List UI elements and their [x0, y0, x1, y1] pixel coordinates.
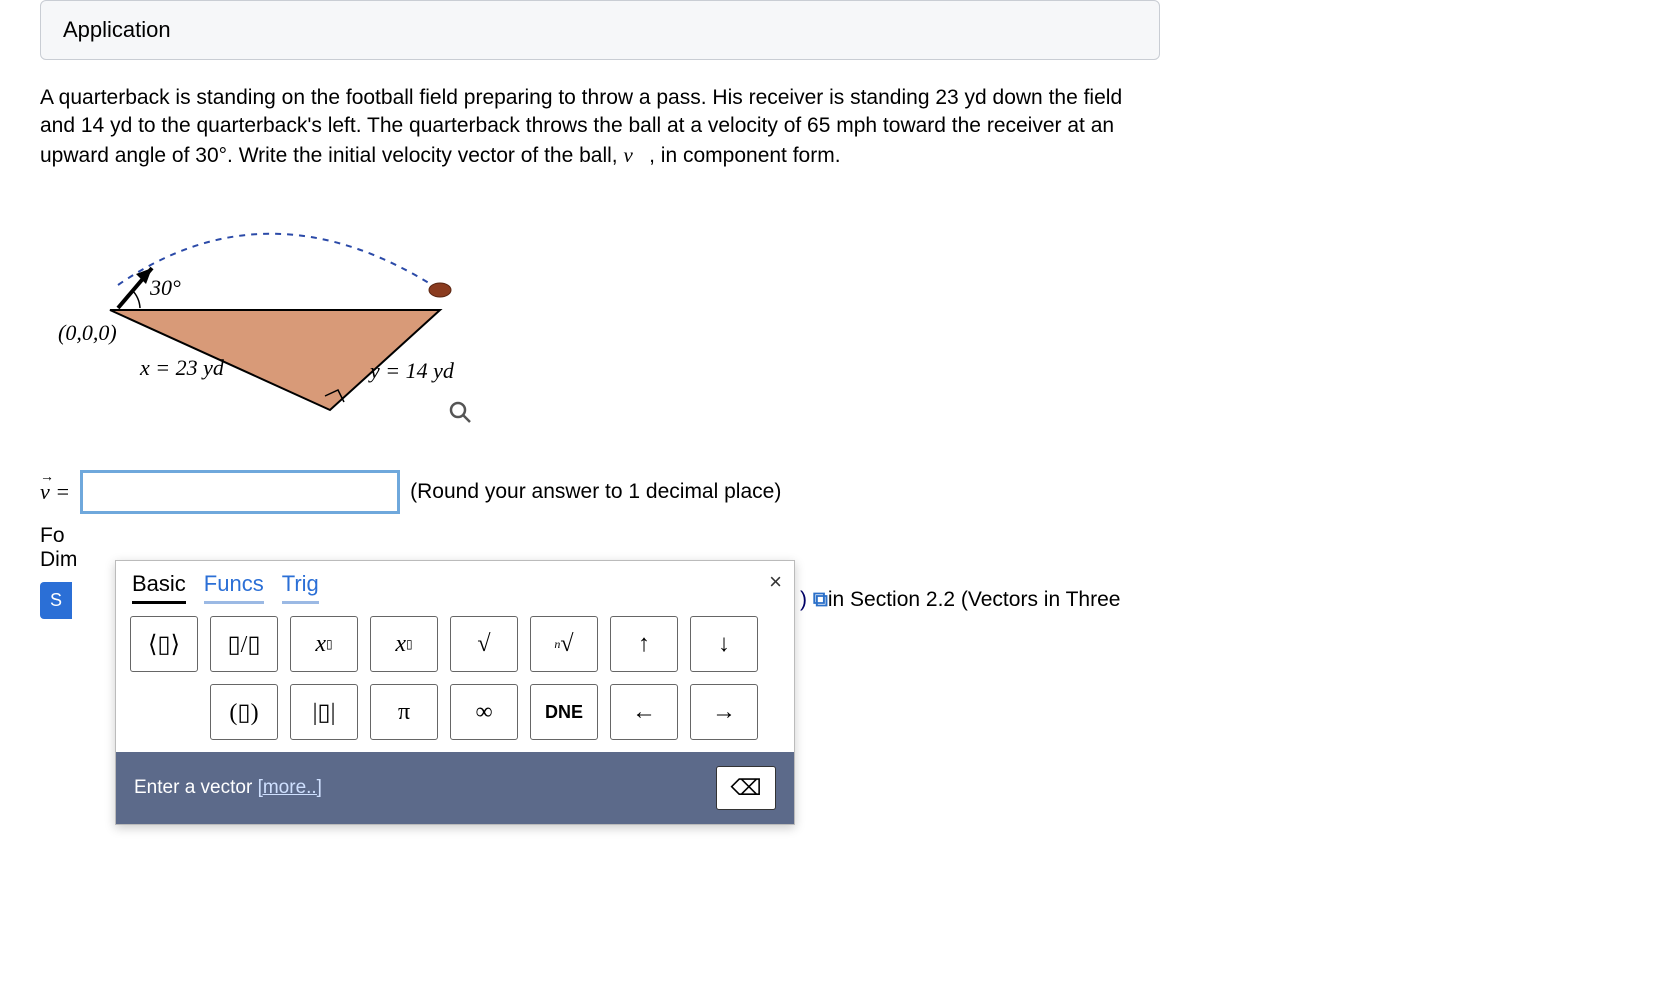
key-pi[interactable]: π — [370, 684, 438, 740]
key-power[interactable]: x▯ — [290, 616, 358, 672]
key-abs[interactable]: |▯| — [290, 684, 358, 740]
math-keypad: × Basic Funcs Trig ⟨▯⟩ ▯/▯ x▯ x▯ √ n√ ↑ … — [115, 560, 795, 825]
key-nth-root[interactable]: n√ — [530, 616, 598, 672]
angle-label: 30° — [149, 275, 181, 300]
y-label: y = 14 yd — [368, 358, 455, 383]
problem-statement: A quarterback is standing on the footbal… — [40, 84, 1160, 170]
answer-input[interactable] — [80, 470, 400, 514]
key-angle-brackets[interactable]: ⟨▯⟩ — [130, 616, 198, 672]
tab-trig[interactable]: Trig — [282, 571, 319, 604]
external-link-icon: ⧉ — [813, 588, 828, 611]
answer-row: →v = (Round your answer to 1 decimal pla… — [40, 470, 1160, 514]
key-blank — [130, 684, 198, 740]
key-sqrt[interactable]: √ — [450, 616, 518, 672]
key-subscript[interactable]: x▯ — [370, 616, 438, 672]
close-icon[interactable]: × — [769, 569, 782, 595]
tab-basic[interactable]: Basic — [132, 571, 186, 604]
submit-button[interactable]: S — [40, 582, 72, 619]
key-down[interactable]: ↓ — [690, 616, 758, 672]
application-title: Application — [63, 17, 171, 42]
origin-label: (0,0,0) — [58, 320, 117, 345]
keypad-row-2: (▯) |▯| π ∞ DNE ← → — [116, 684, 794, 752]
keypad-row-1: ⟨▯⟩ ▯/▯ x▯ x▯ √ n√ ↑ ↓ — [116, 604, 794, 684]
vector-symbol: v⃗ — [623, 143, 649, 167]
backspace-icon[interactable]: ⌫ — [716, 766, 776, 810]
key-infinity[interactable]: ∞ — [450, 684, 518, 740]
key-up[interactable]: ↑ — [610, 616, 678, 672]
keypad-footer: Enter a vector [more..] ⌫ — [116, 752, 794, 824]
key-fraction[interactable]: ▯/▯ — [210, 616, 278, 672]
rounding-note: (Round your answer to 1 decimal place) — [410, 480, 781, 504]
key-right[interactable]: → — [690, 684, 758, 740]
magnify-icon[interactable] — [448, 400, 474, 432]
key-parens[interactable]: (▯) — [210, 684, 278, 740]
v-equals-label: →v = — [40, 479, 70, 505]
key-left[interactable]: ← — [610, 684, 678, 740]
key-dne[interactable]: DNE — [530, 684, 598, 740]
application-header: Application — [40, 0, 1160, 60]
trajectory-diagram: 30° (0,0,0) x = 23 yd y = 14 yd — [40, 200, 1160, 450]
keypad-more-link[interactable]: [more..] — [258, 777, 322, 798]
keypad-tabs: Basic Funcs Trig — [116, 561, 794, 604]
section-reference: ) ⧉in Section 2.2 (Vectors in Three — [800, 588, 1120, 612]
x-label: x = 23 yd — [139, 355, 225, 380]
tab-funcs[interactable]: Funcs — [204, 571, 264, 604]
